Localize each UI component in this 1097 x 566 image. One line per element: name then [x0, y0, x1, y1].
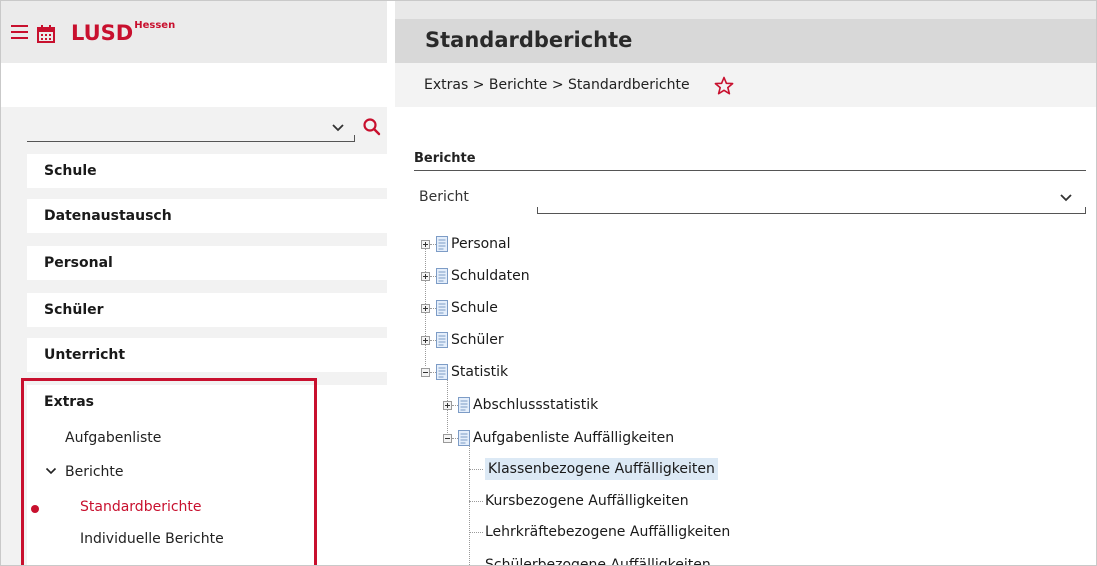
chevron-down-icon[interactable]: [331, 121, 345, 135]
tree-node[interactable]: Schule: [451, 297, 498, 319]
sidebar-item-schule[interactable]: Schule: [27, 154, 387, 188]
tree-node[interactable]: Schuldaten: [451, 265, 530, 287]
expand-toggle-icon[interactable]: [421, 272, 430, 281]
top-bar-brand-area: LUSDHessen: [1, 1, 387, 63]
main-content: Berichte Bericht Personal Schuldaten Schul…: [395, 107, 1096, 565]
section-title: Berichte: [414, 151, 476, 166]
tree-node[interactable]: Schülerbezogene Auffälligkeiten: [485, 554, 711, 565]
sidebar-item-datenaustausch[interactable]: Datenaustausch: [27, 199, 387, 233]
tree-node[interactable]: Lehrkräftebezogene Auffälligkeiten: [485, 521, 730, 543]
tree-node[interactable]: Abschlussstatistik: [473, 394, 598, 416]
breadcrumb[interactable]: Extras > Berichte > Standardberichte: [424, 77, 690, 93]
sidebar-item-label: Personal: [44, 255, 113, 271]
tree-node[interactable]: Personal: [451, 233, 511, 255]
expand-toggle-icon[interactable]: [421, 240, 430, 249]
tree-node-selected[interactable]: Klassenbezogene Auffälligkeiten: [485, 458, 718, 480]
logo-text: LUSD: [71, 21, 134, 45]
tree-node[interactable]: Kursbezogene Auffälligkeiten: [485, 490, 689, 512]
expand-toggle-icon[interactable]: [421, 304, 430, 313]
collapse-toggle-icon[interactable]: [421, 368, 430, 377]
report-folder-icon: [436, 236, 448, 252]
sidebar-item-unterricht[interactable]: Unterricht: [27, 338, 387, 372]
chevron-down-icon[interactable]: [1059, 191, 1073, 205]
lusd-logo[interactable]: LUSDHessen: [71, 20, 176, 45]
logo-superscript: Hessen: [134, 20, 176, 31]
tree-node[interactable]: Schüler: [451, 329, 504, 351]
report-folder-icon: [458, 430, 470, 446]
app-window: LUSDHessen Standardberichte Extras > Ber…: [0, 0, 1097, 566]
calendar-icon[interactable]: [37, 25, 55, 43]
breadcrumb-bar: Extras > Berichte > Standardberichte: [1, 63, 1096, 107]
report-folder-icon: [436, 332, 448, 348]
tree-node[interactable]: Statistik: [451, 361, 508, 383]
sidebar-item-personal[interactable]: Personal: [27, 246, 387, 280]
tree-node[interactable]: Aufgabenliste Auffälligkeiten: [473, 427, 674, 449]
search-icon[interactable]: [362, 117, 382, 137]
report-folder-icon: [436, 300, 448, 316]
sidebar-item-schueler[interactable]: Schüler: [27, 293, 387, 327]
hamburger-menu-icon[interactable]: [11, 25, 28, 42]
report-folder-icon: [436, 364, 448, 380]
highlight-frame: [21, 378, 317, 565]
search-combobox[interactable]: [27, 111, 387, 147]
search-input[interactable]: [27, 117, 331, 141]
expand-toggle-icon[interactable]: [443, 401, 452, 410]
expand-toggle-icon[interactable]: [421, 336, 430, 345]
collapse-toggle-icon[interactable]: [443, 434, 452, 443]
report-folder-icon: [436, 268, 448, 284]
top-bar: LUSDHessen Standardberichte: [1, 1, 1096, 63]
page-title: Standardberichte: [425, 28, 633, 52]
star-outline-icon[interactable]: [714, 76, 734, 96]
bericht-select-label: Bericht: [419, 189, 469, 205]
report-folder-icon: [458, 397, 470, 413]
bericht-select[interactable]: [537, 185, 1086, 215]
sidebar-item-label: Datenaustausch: [44, 208, 172, 224]
sidebar-item-label: Schüler: [44, 302, 104, 318]
sidebar-item-label: Schule: [44, 163, 97, 179]
sidebar-item-label: Unterricht: [44, 347, 126, 363]
